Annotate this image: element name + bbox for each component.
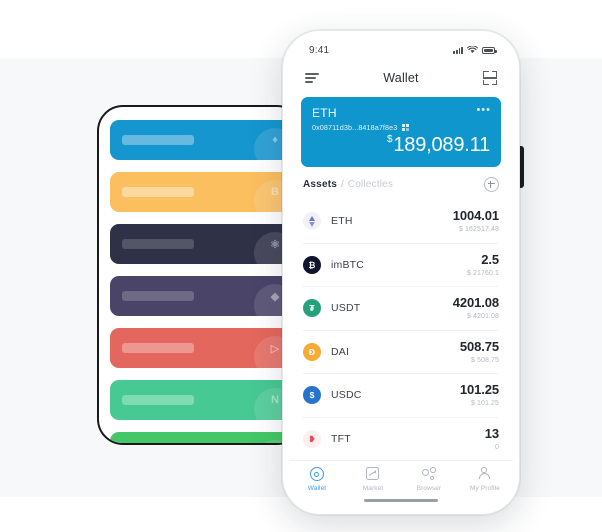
- nav-label: My Profile: [470, 485, 500, 492]
- tft-coin-icon: ❥: [303, 429, 321, 448]
- tab-separator: /: [341, 179, 344, 190]
- card-symbol: ETH: [312, 106, 337, 120]
- nav-item-my-profile[interactable]: My Profile: [457, 467, 513, 492]
- asset-fiat-value: 0: [495, 443, 499, 451]
- wireframe-card[interactable]: ▷: [110, 328, 290, 368]
- tab-collectibles[interactable]: Collectles: [348, 179, 393, 190]
- status-icons: [453, 46, 497, 54]
- card-address-row[interactable]: 0x08711d3b...8418a7f8e3: [312, 123, 490, 132]
- wireframe-card[interactable]: ◆: [110, 276, 290, 316]
- wireframe-card-list: ♦B⚛◆▷NBL: [99, 107, 301, 443]
- placeholder-bar: [122, 395, 194, 405]
- balance-card[interactable]: ••• ETH 0x08711d3b...8418a7f8e3 $189,089…: [301, 97, 501, 167]
- asset-symbol: ETH: [331, 215, 353, 228]
- asset-tabs: Assets / Collectles: [289, 167, 513, 200]
- dai-coin-icon: Đ: [303, 342, 321, 361]
- nav-label: Wallet: [307, 485, 327, 492]
- wireframe-card[interactable]: B: [110, 172, 290, 212]
- wireframe-card[interactable]: ♦: [110, 120, 290, 160]
- asset-values: 1004.01 $ 162517.48: [452, 208, 499, 234]
- wifi-icon: [467, 46, 478, 53]
- balance-amount: $189,089.11: [312, 134, 490, 157]
- asset-amount: 1004.01: [452, 208, 499, 224]
- browser-icon: [421, 467, 437, 482]
- nav-item-wallet[interactable]: Wallet: [289, 467, 345, 492]
- asset-values: 101.25 $ 101.25: [459, 382, 499, 408]
- asset-row[interactable]: ₮ USDT 4201.08 $ 4201.08: [303, 287, 499, 331]
- asset-fiat-value: $ 101.25: [470, 400, 499, 408]
- placeholder-bar: [122, 343, 194, 353]
- card-more-icon[interactable]: •••: [476, 105, 491, 116]
- phone-device: 9:41 Wallet ••• ETH 0x08711d3b...8418a7f…: [282, 30, 520, 515]
- usdc-coin-icon: $: [303, 386, 321, 405]
- scan-qr-icon[interactable]: [483, 71, 497, 85]
- currency-symbol: $: [387, 134, 393, 145]
- battery-icon: [482, 46, 497, 54]
- cellular-signal-icon: [453, 46, 463, 54]
- asset-values: 2.5 $ 21760.1: [466, 251, 499, 277]
- asset-values: 4201.08 $ 4201.08: [452, 295, 499, 321]
- asset-amount: 508.75: [459, 338, 499, 354]
- asset-symbol: USDT: [331, 302, 361, 315]
- asset-row[interactable]: ₿ imBTC 2.5 $ 21760.1: [303, 244, 499, 287]
- wireframe-card[interactable]: N: [110, 380, 290, 420]
- status-bar: 9:41: [289, 37, 513, 63]
- asset-amount: 2.5: [481, 251, 499, 267]
- wireframe-phone: ♦B⚛◆▷NBL: [97, 105, 303, 445]
- placeholder-bar: [122, 239, 194, 249]
- asset-symbol: TFT: [331, 432, 351, 445]
- add-token-button[interactable]: [484, 177, 499, 192]
- usdt-coin-icon: ₮: [303, 299, 321, 318]
- asset-fiat-value: $ 508.75: [470, 356, 499, 364]
- asset-fiat-value: $ 21760.1: [466, 269, 499, 277]
- market-icon: [365, 467, 381, 482]
- asset-amount: 101.25: [459, 382, 499, 398]
- placeholder-bar: [122, 187, 194, 197]
- hamburger-menu-icon[interactable]: [305, 73, 319, 83]
- profile-icon: [478, 467, 493, 482]
- asset-row[interactable]: Đ DAI 508.75 $ 508.75: [303, 331, 499, 374]
- imbtc-coin-icon: ₿: [303, 255, 321, 274]
- nav-item-market[interactable]: Market: [345, 467, 401, 492]
- wireframe-card[interactable]: B: [110, 432, 290, 443]
- tab-assets[interactable]: Assets: [303, 179, 337, 190]
- asset-values: 508.75 $ 508.75: [459, 338, 499, 364]
- eth-coin-icon: [303, 212, 321, 231]
- asset-list: ETH 1004.01 $ 162517.48 ₿ imBTC 2.5 $ 21760.1 ₮…: [289, 200, 513, 460]
- balance-value: 189,089.11: [393, 134, 490, 156]
- nav-item-browser[interactable]: Browser: [401, 467, 457, 492]
- balance-card-wrap: ••• ETH 0x08711d3b...8418a7f8e3 $189,089…: [289, 93, 513, 167]
- asset-row[interactable]: ❥ TFT 13 0: [303, 418, 499, 461]
- phone-screen: 9:41 Wallet ••• ETH 0x08711d3b...8418a7f…: [289, 37, 513, 508]
- status-time: 9:41: [309, 44, 330, 56]
- placeholder-bar: [122, 291, 194, 301]
- nav-label: Browser: [416, 485, 442, 492]
- asset-symbol: USDC: [331, 389, 362, 402]
- scene: ♦B⚛◆▷NBL 9:41 Wallet: [0, 0, 602, 532]
- home-indicator: [364, 498, 438, 502]
- placeholder-bar: [122, 135, 194, 145]
- app-header: Wallet: [289, 63, 513, 93]
- asset-row[interactable]: $ USDC 101.25 $ 101.25: [303, 374, 499, 418]
- asset-row[interactable]: ETH 1004.01 $ 162517.48: [303, 200, 499, 244]
- wallet-icon: [309, 467, 325, 482]
- qr-code-icon[interactable]: [402, 124, 410, 131]
- asset-fiat-value: $ 162517.48: [458, 226, 499, 234]
- wireframe-card[interactable]: ⚛: [110, 224, 290, 264]
- asset-fiat-value: $ 4201.08: [466, 313, 499, 321]
- asset-amount: 13: [484, 425, 499, 441]
- asset-amount: 4201.08: [452, 295, 499, 311]
- asset-values: 13 0: [484, 425, 499, 451]
- asset-symbol: imBTC: [331, 258, 365, 271]
- nav-label: Market: [362, 485, 384, 492]
- asset-symbol: DAI: [331, 345, 350, 358]
- wallet-address: 0x08711d3b...8418a7f8e3: [312, 123, 398, 132]
- page-title: Wallet: [383, 71, 419, 85]
